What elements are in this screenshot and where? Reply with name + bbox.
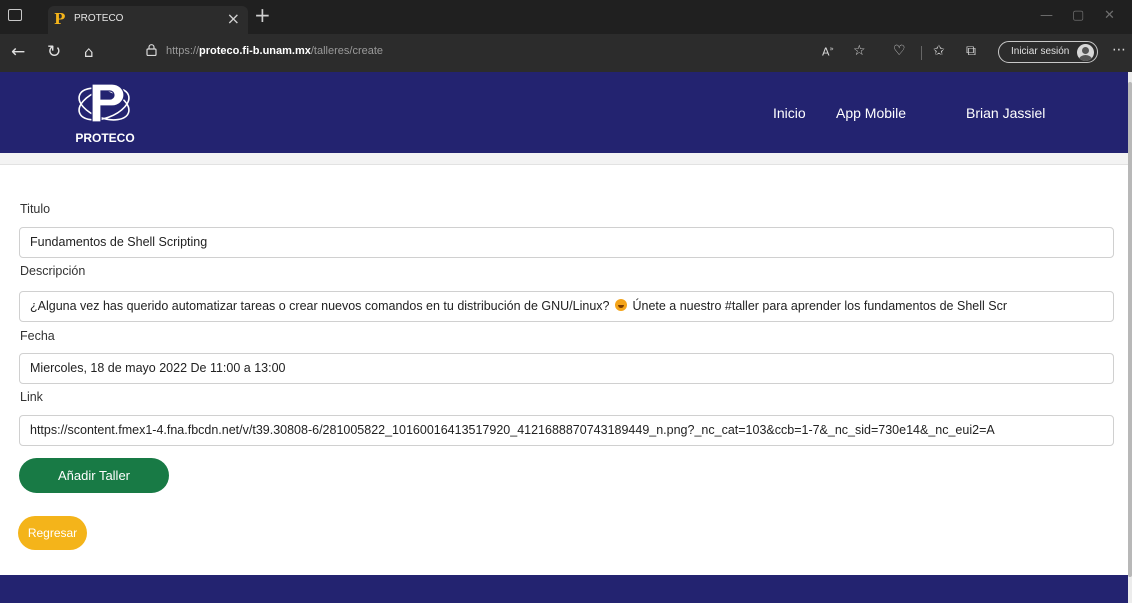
toolbar-separator (921, 46, 922, 60)
more-options-icon[interactable]: ⋯ (1112, 42, 1126, 58)
sign-in-button[interactable]: Iniciar sesión (998, 41, 1098, 63)
add-taller-button[interactable]: Añadir Taller (19, 458, 169, 493)
descripcion-text-start: ¿Alguna vez has querido automatizar tare… (30, 299, 610, 313)
page-viewport: PROTECO Inicio App Mobile Brian Jassiel … (0, 72, 1132, 603)
grimace-emoji-icon (614, 299, 627, 311)
nav-user-link[interactable]: Brian Jassiel (966, 105, 1045, 121)
browser-address-bar: ← ↻ ⌂ https://proteco.fi-b.unam.mx/talle… (0, 34, 1132, 72)
proteco-logo[interactable]: PROTECO (68, 78, 142, 148)
fecha-label: Fecha (20, 329, 55, 343)
close-tab-icon[interactable]: × (227, 9, 240, 28)
proteco-favicon-icon: P (54, 10, 66, 28)
titulo-input[interactable]: Fundamentos de Shell Scripting (19, 227, 1114, 258)
minimize-icon[interactable]: — (1040, 8, 1053, 23)
read-aloud-icon[interactable]: A» (822, 45, 834, 59)
browser-essentials-icon[interactable]: ♡ (893, 43, 906, 59)
browser-tab[interactable]: P PROTECO × (48, 6, 248, 34)
svg-text:PROTECO: PROTECO (75, 131, 134, 145)
link-input[interactable]: https://scontent.fmex1-4.fna.fbcdn.net/v… (19, 415, 1114, 446)
header-divider (0, 153, 1128, 165)
site-footer (0, 575, 1128, 603)
lock-icon[interactable] (146, 44, 157, 56)
new-tab-icon[interactable]: + (254, 3, 271, 27)
collections-icon[interactable]: ⧉ (966, 43, 976, 59)
page-scrollbar[interactable] (1128, 72, 1132, 603)
home-icon[interactable]: ⌂ (84, 43, 94, 61)
favorites-icon[interactable]: ✩ (933, 43, 945, 59)
scrollbar-thumb[interactable] (1128, 82, 1132, 577)
link-label: Link (20, 390, 43, 404)
back-button[interactable]: Regresar (18, 516, 87, 550)
sign-in-label: Iniciar sesión (1011, 46, 1070, 57)
site-header: PROTECO Inicio App Mobile Brian Jassiel (0, 72, 1128, 153)
refresh-icon[interactable]: ↻ (47, 42, 61, 62)
restore-icon[interactable]: ▢ (1072, 8, 1084, 23)
nav-inicio-link[interactable]: Inicio (773, 105, 806, 121)
browser-tab-strip: P PROTECO × + — ▢ ✕ (0, 0, 1132, 34)
tab-title: PROTECO (74, 13, 124, 24)
titulo-label: Titulo (20, 202, 51, 216)
descripcion-input[interactable]: ¿Alguna vez has querido automatizar tare… (19, 291, 1114, 322)
descripcion-label: Descripción (20, 264, 86, 278)
close-window-icon[interactable]: ✕ (1104, 8, 1115, 23)
fecha-input[interactable]: Miercoles, 18 de mayo 2022 De 11:00 a 13… (19, 353, 1114, 384)
tab-actions-icon[interactable] (8, 9, 22, 21)
nav-app-mobile-link[interactable]: App Mobile (836, 105, 906, 121)
descripcion-text-end: Únete a nuestro #taller para aprender lo… (632, 299, 1007, 313)
url-text[interactable]: https://proteco.fi-b.unam.mx/talleres/cr… (166, 45, 383, 57)
add-favorite-icon[interactable]: ☆ (853, 43, 866, 59)
profile-avatar-icon (1077, 44, 1094, 61)
back-arrow-icon[interactable]: ← (11, 42, 25, 62)
